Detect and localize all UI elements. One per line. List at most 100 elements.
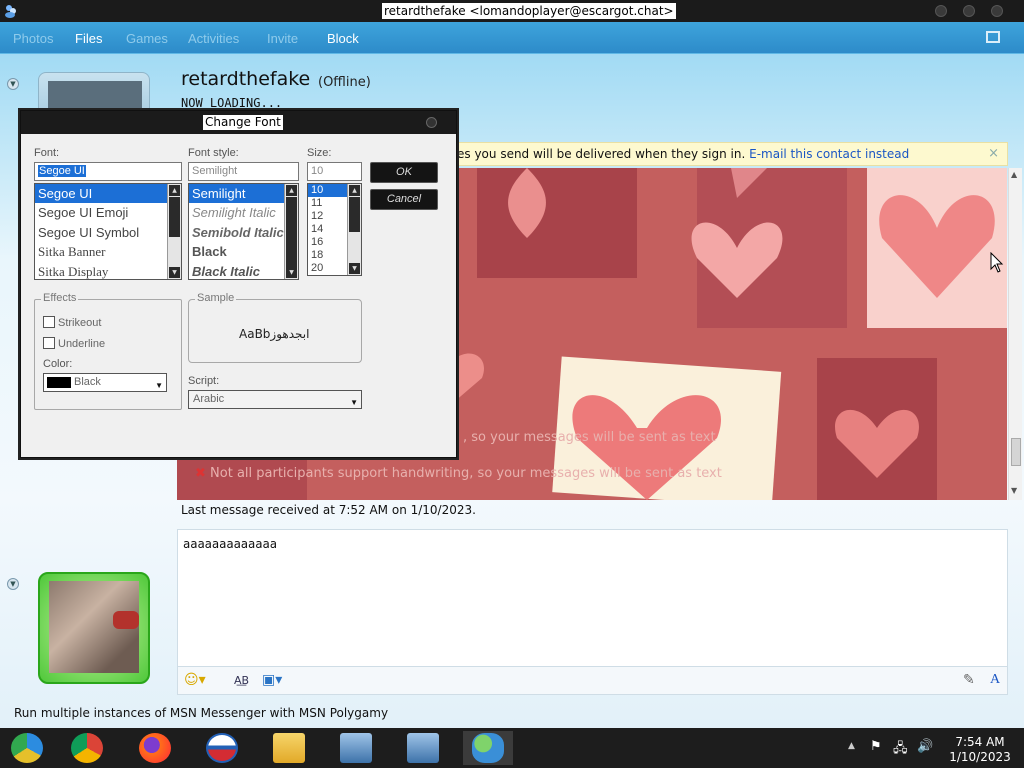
font-label: Font: (34, 147, 60, 159)
font-icon[interactable]: A (990, 672, 1000, 688)
font-option[interactable]: Segoe UI Emoji (35, 203, 181, 222)
style-option[interactable]: Semilight (189, 184, 298, 204)
sample-text: AaBbابجدهوز (239, 327, 310, 341)
conversation-toolbar: Photos Files Games Activities Invite Blo… (0, 22, 1024, 54)
scroll-down-arrow-icon[interactable]: ▼ (286, 267, 297, 278)
font-option[interactable]: Sitka Banner (35, 242, 181, 261)
conversation-scrollbar[interactable]: ▲ ▼ (1008, 168, 1022, 500)
toolbar-activities[interactable]: Activities (188, 31, 239, 46)
effects-group: Effects Strikeout Underline Color: Black… (34, 292, 182, 410)
taskbar-installer-1[interactable] (331, 731, 381, 765)
collapse-user-arrow-icon[interactable]: ▼ (7, 578, 19, 590)
underline-checkbox[interactable]: Underline (43, 337, 105, 350)
script-select[interactable]: Arabic ▼ (188, 390, 362, 409)
taskbar-chromium[interactable] (2, 731, 52, 765)
strikeout-label: Strikeout (58, 317, 102, 329)
clock-time: 7:54 AM (955, 735, 1005, 749)
strikeout-checkbox[interactable]: Strikeout (43, 316, 101, 329)
font-list-scrollbar[interactable]: ▲ ▼ (167, 184, 181, 279)
style-option[interactable]: Semilight Italic (189, 203, 298, 222)
info-bar-close-icon[interactable]: × (988, 143, 999, 165)
clock-date: 1/10/2023 (949, 750, 1011, 764)
cancel-button[interactable]: Cancel (370, 189, 438, 210)
taskbar-chrome[interactable] (62, 731, 112, 765)
messenger-buddy-icon (5, 5, 16, 18)
contact-personal-message: NOW LOADING... (181, 96, 283, 110)
dropdown-arrow-icon: ▼ (350, 398, 358, 407)
promo-text[interactable]: Run multiple instances of MSN Messenger … (14, 706, 388, 720)
installer-icon (407, 733, 439, 763)
toolbar-games[interactable]: Games (126, 31, 168, 46)
message-compose-box[interactable]: aaaaaaaaaaaaa (177, 529, 1008, 667)
script-value: Arabic (193, 393, 225, 405)
scroll-down-arrow-icon[interactable]: ▼ (169, 267, 180, 278)
effects-legend: Effects (41, 292, 79, 304)
scroll-up-arrow-icon[interactable]: ▲ (349, 185, 360, 196)
size-list-scrollbar[interactable]: ▲ ▼ (347, 184, 361, 275)
toolbar-photos[interactable]: Photos (13, 31, 53, 46)
show-menu-icon[interactable] (986, 31, 1000, 43)
dialog-close-button[interactable] (426, 117, 437, 128)
font-style-input[interactable]: Semilight (188, 162, 299, 181)
style-option[interactable]: Black (189, 242, 298, 261)
show-hidden-icons-icon[interactable]: ▲ (848, 741, 855, 751)
color-label: Color: (43, 358, 73, 370)
scroll-down-arrow-icon[interactable]: ▼ (349, 263, 360, 274)
contact-name: retardthefake (181, 68, 311, 90)
scroll-down-arrow-icon[interactable]: ▼ (1011, 486, 1017, 495)
taskbar-clock[interactable]: 7:54 AM 1/10/2023 (940, 735, 1020, 765)
size-list[interactable]: 10 11 12 14 16 18 20 ▲ ▼ (307, 183, 362, 276)
toolbar-files[interactable]: Files (75, 31, 102, 46)
network-icon[interactable]: 🖧 (893, 739, 908, 761)
compose-text: aaaaaaaaaaaaa (183, 537, 277, 551)
font-list[interactable]: Segoe UI Segoe UI Emoji Segoe UI Symbol … (34, 183, 182, 280)
style-option[interactable]: Black Italic (189, 262, 298, 279)
toolbar-invite[interactable]: Invite (267, 31, 298, 46)
volume-icon[interactable]: 🔊 (917, 739, 933, 754)
ok-button[interactable]: OK (370, 162, 438, 183)
scroll-thumb[interactable] (286, 197, 297, 267)
user-display-picture[interactable] (38, 572, 150, 684)
nudge-wink-icon[interactable]: A͟B (234, 674, 249, 687)
font-option[interactable]: Segoe UI (35, 184, 181, 204)
scroll-up-arrow-icon[interactable]: ▲ (286, 185, 297, 196)
flag-icon[interactable]: ⚑ (870, 739, 882, 754)
scroll-up-arrow-icon[interactable]: ▲ (1011, 170, 1017, 179)
close-button[interactable] (991, 5, 1003, 17)
font-style-list[interactable]: Semilight Semilight Italic Semibold Ital… (188, 183, 299, 280)
size-input[interactable]: 10 (307, 162, 362, 181)
dropdown-arrow-icon: ▼ (155, 381, 163, 390)
taskbar-obama-app[interactable] (197, 731, 247, 765)
toolbar-block[interactable]: Block (327, 31, 359, 46)
taskbar: ▲ ⚑ 🖧 🔊 7:54 AM 1/10/2023 (0, 728, 1024, 768)
emoticon-icon[interactable]: ☺▾ (184, 672, 206, 688)
scroll-up-arrow-icon[interactable]: ▲ (169, 185, 180, 196)
background-picker-icon[interactable]: ▣▾ (262, 672, 282, 688)
scroll-thumb[interactable] (169, 197, 180, 237)
maximize-button[interactable] (963, 5, 975, 17)
notice-text-2: ✖ Not all participants support handwriti… (195, 466, 722, 481)
scroll-thumb[interactable] (1011, 438, 1021, 466)
font-option[interactable]: Segoe UI Symbol (35, 223, 181, 242)
handwriting-icon[interactable]: ✎ (963, 672, 975, 688)
underline-label: Underline (58, 338, 106, 350)
scroll-thumb[interactable] (349, 197, 360, 232)
color-select[interactable]: Black ▼ (43, 373, 167, 392)
font-name-input[interactable]: Segoe UI (34, 162, 182, 181)
collapse-contact-arrow-icon[interactable]: ▼ (7, 78, 19, 90)
chromium-icon (11, 733, 43, 763)
taskbar-firefox[interactable] (130, 731, 180, 765)
folder-icon (273, 733, 305, 763)
font-option[interactable]: Sitka Display (35, 262, 181, 279)
contact-status: (Offline) (318, 75, 371, 90)
dialog-title-bar: Change Font (21, 111, 456, 134)
taskbar-file-explorer[interactable] (264, 731, 314, 765)
minimize-button[interactable] (935, 5, 947, 17)
email-contact-link[interactable]: E-mail this contact instead (749, 147, 909, 161)
style-list-scrollbar[interactable]: ▲ ▼ (284, 184, 298, 279)
warning-icon: ✖ (195, 466, 211, 481)
taskbar-messenger[interactable] (463, 731, 513, 765)
notice-text-2-label: Not all participants support handwriting… (210, 466, 722, 481)
style-option[interactable]: Semibold Italic (189, 223, 298, 242)
taskbar-installer-2[interactable] (398, 731, 448, 765)
